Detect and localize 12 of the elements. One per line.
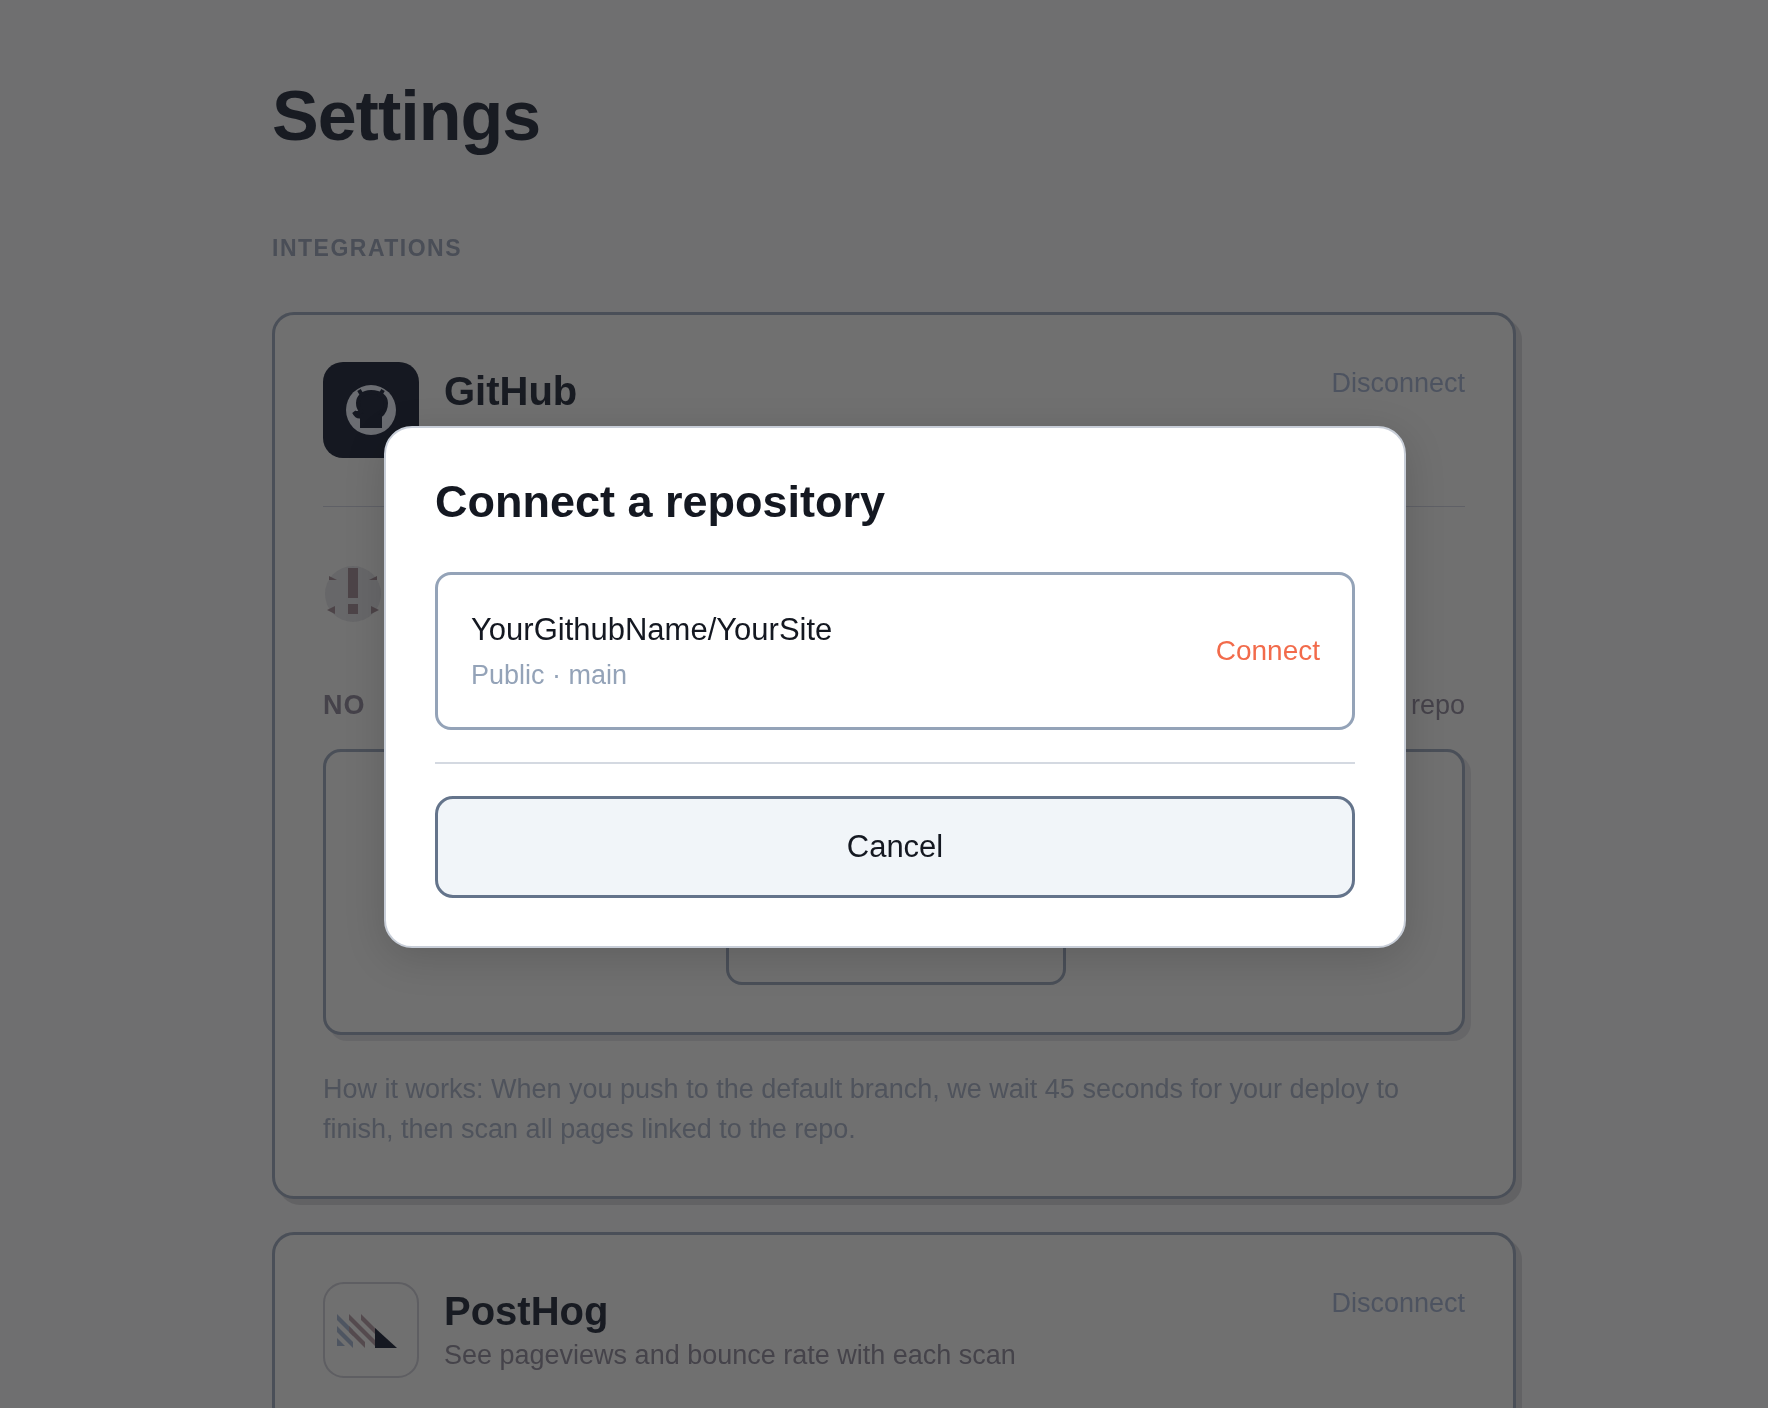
dialog-title: Connect a repository xyxy=(435,475,886,529)
repository-meta: Public · main xyxy=(471,659,628,691)
integration-name: PostHog xyxy=(444,1288,609,1335)
cat-logo-icon xyxy=(323,362,419,458)
integration-name: GitHub xyxy=(444,368,578,415)
page-title: Settings xyxy=(272,76,541,156)
hedgehog-logo-icon xyxy=(323,1282,419,1378)
cancel-button[interactable]: Cancel xyxy=(435,796,1355,898)
repository-item[interactable]: YourGithubName/YourSite Public · main Connect xyxy=(435,572,1355,730)
repository-name: YourGithubName/YourSite xyxy=(471,611,833,648)
warning-icon xyxy=(323,564,383,624)
connect-link[interactable]: Connect xyxy=(1215,635,1320,667)
